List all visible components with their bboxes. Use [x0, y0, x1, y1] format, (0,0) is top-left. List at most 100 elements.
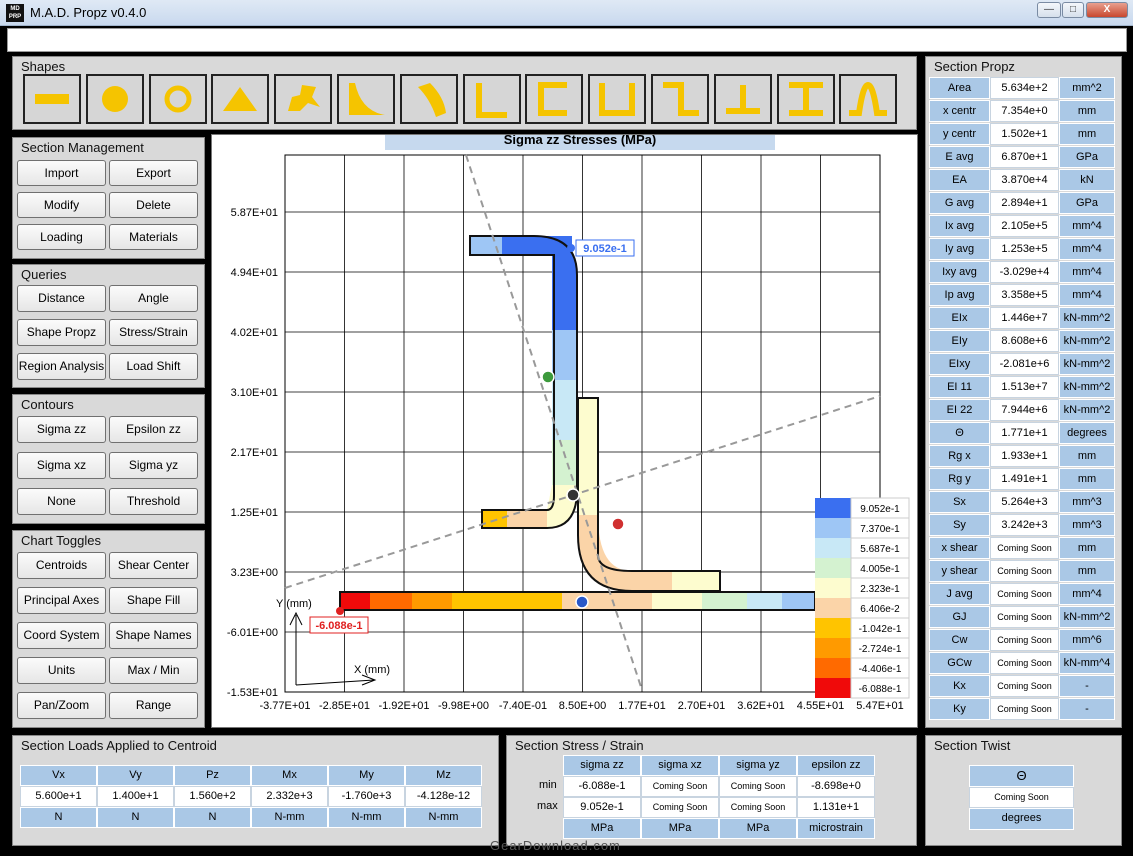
legend-swatch [815, 618, 851, 638]
load-value[interactable]: -4.128e-12 [405, 786, 482, 807]
load-unit: N-mm [328, 807, 405, 828]
contour-sigma-xz-button[interactable]: Sigma xz [17, 452, 106, 479]
y-tick-label: -1.53E+01 [227, 687, 278, 699]
prop-unit: - [1059, 698, 1115, 720]
prop-unit: kN [1059, 169, 1115, 191]
sm-export-button[interactable]: Export [109, 160, 198, 186]
prop-name: Rg x [929, 445, 990, 467]
sm-loading-button[interactable]: Loading [17, 224, 106, 250]
tee-shape-button[interactable] [713, 74, 772, 124]
angle-shape-button[interactable] [462, 74, 521, 124]
prop-name: Cw [929, 629, 990, 651]
prop-row: y centr 1.502e+1 mm [929, 123, 1115, 145]
x-tick-label: 1.77E+01 [618, 700, 665, 712]
custom-shape-button[interactable] [274, 74, 333, 124]
query-shape-propz-button[interactable]: Shape Propz [17, 319, 106, 346]
channel-shape-button[interactable] [525, 74, 584, 124]
load-unit: N-mm [251, 807, 328, 828]
query-load-shift-button[interactable]: Load Shift [109, 353, 198, 380]
z-shape-button[interactable] [651, 74, 709, 124]
load-value[interactable]: 1.560e+2 [174, 786, 251, 807]
close-button[interactable]: X [1086, 2, 1128, 18]
prop-name: Iy avg [929, 238, 990, 260]
prop-row: EI 11 1.513e+7 kN-mm^2 [929, 376, 1115, 398]
sm-modify-button[interactable]: Modify [17, 192, 106, 218]
app-icon: MD PRP [6, 4, 24, 22]
sm-delete-button[interactable]: Delete [109, 192, 198, 218]
prop-row: Sx 5.264e+3 mm^3 [929, 491, 1115, 513]
prop-unit: mm^4 [1059, 284, 1115, 306]
contour-sigma-yz-button[interactable]: Sigma yz [109, 452, 198, 479]
toggle-units-button[interactable]: Units [17, 657, 106, 684]
maximize-button[interactable]: □ [1062, 2, 1084, 18]
legend-value: -1.042e-1 [859, 624, 902, 635]
stress-contour-chart[interactable]: Sigma zz Stresses (MPa) 5.87E+01 4.94E+01 4… [211, 129, 918, 728]
toggle-range-button[interactable]: Range [109, 692, 198, 719]
hat-shape-button[interactable] [839, 74, 898, 124]
triangle-shape-button[interactable] [211, 74, 270, 124]
toggle-principal-axes-button[interactable]: Principal Axes [17, 587, 106, 614]
toggle-shape-names-button[interactable]: Shape Names [109, 622, 198, 649]
sm-import-button[interactable]: Import [17, 160, 106, 186]
prop-row: EIx 1.446e+7 kN-mm^2 [929, 307, 1115, 329]
prop-value: 1.502e+1 [990, 123, 1059, 145]
prop-name: EIy [929, 330, 990, 352]
toggle-shape-fill-button[interactable]: Shape Fill [109, 587, 198, 614]
legend-value: 5.687e-1 [860, 544, 900, 555]
legend-swatch [815, 498, 851, 518]
prop-row: GCw Coming Soon kN-mm^4 [929, 652, 1115, 674]
toggle-max-min-button[interactable]: Max / Min [109, 657, 198, 684]
toggle-pan-zoom-button[interactable]: Pan/Zoom [17, 692, 106, 719]
prop-row: J avg Coming Soon mm^4 [929, 583, 1115, 605]
prop-name: GCw [929, 652, 990, 674]
load-value[interactable]: 1.400e+1 [97, 786, 174, 807]
twist-value: Coming Soon [969, 787, 1074, 808]
query-distance-button[interactable]: Distance [17, 285, 106, 312]
load-unit: N [174, 807, 251, 828]
load-value[interactable]: 5.600e+1 [20, 786, 97, 807]
prop-unit: mm [1059, 560, 1115, 582]
prop-value: 3.870e+4 [990, 169, 1059, 191]
toggle-coord-system-button[interactable]: Coord System [17, 622, 106, 649]
toggle-shear-center-button[interactable]: Shear Center [109, 552, 198, 579]
contour-epsilon-zz-button[interactable]: Epsilon zz [109, 416, 198, 443]
minimize-button[interactable]: — [1037, 2, 1061, 18]
command-strip [7, 28, 1127, 52]
prop-name: Ix avg [929, 215, 990, 237]
section-loads-title: Section Loads Applied to Centroid [21, 738, 217, 753]
legend-value: 7.370e-1 [860, 524, 900, 535]
prop-value: 2.894e+1 [990, 192, 1059, 214]
query-angle-button[interactable]: Angle [109, 285, 198, 312]
load-point-marker [611, 517, 625, 531]
circle-shape-button[interactable] [85, 74, 144, 124]
prop-row: Sy 3.242e+3 mm^3 [929, 514, 1115, 536]
prop-value: 1.513e+7 [990, 376, 1059, 398]
contour-threshold-button[interactable]: Threshold [109, 488, 198, 515]
prop-unit: mm^3 [1059, 514, 1115, 536]
ring-shape-button[interactable] [148, 74, 207, 124]
query-stress-strain-button[interactable]: Stress/Strain [109, 319, 198, 346]
i-beam-shape-button[interactable] [776, 74, 835, 124]
prop-value: 1.933e+1 [990, 445, 1059, 467]
prop-unit: mm^3 [1059, 491, 1115, 513]
load-value[interactable]: -1.760e+3 [328, 786, 405, 807]
spandrel-shape-button[interactable] [337, 74, 395, 124]
prop-name: y shear [929, 560, 990, 582]
rectangle-shape-button[interactable] [23, 74, 81, 124]
stress-header: epsilon zz [797, 755, 875, 776]
u-shape-button[interactable] [588, 74, 647, 124]
stress-min-value: Coming Soon [641, 776, 719, 797]
contour-sigma-zz-button[interactable]: Sigma zz [17, 416, 106, 443]
contour-none-button[interactable]: None [17, 488, 106, 515]
prop-unit: degrees [1059, 422, 1115, 444]
toggle-centroids-button[interactable]: Centroids [17, 552, 106, 579]
sm-materials-button[interactable]: Materials [109, 224, 198, 250]
load-unit: N [20, 807, 97, 828]
x-tick-label: 4.55E+01 [797, 700, 844, 712]
section-twist-title: Section Twist [934, 738, 1011, 753]
curved-shape-button[interactable] [399, 74, 458, 124]
legend-swatch [815, 518, 851, 538]
load-value[interactable]: 2.332e+3 [251, 786, 328, 807]
prop-value: 1.253e+5 [990, 238, 1059, 260]
query-region-analysis-button[interactable]: Region Analysis [17, 353, 106, 380]
